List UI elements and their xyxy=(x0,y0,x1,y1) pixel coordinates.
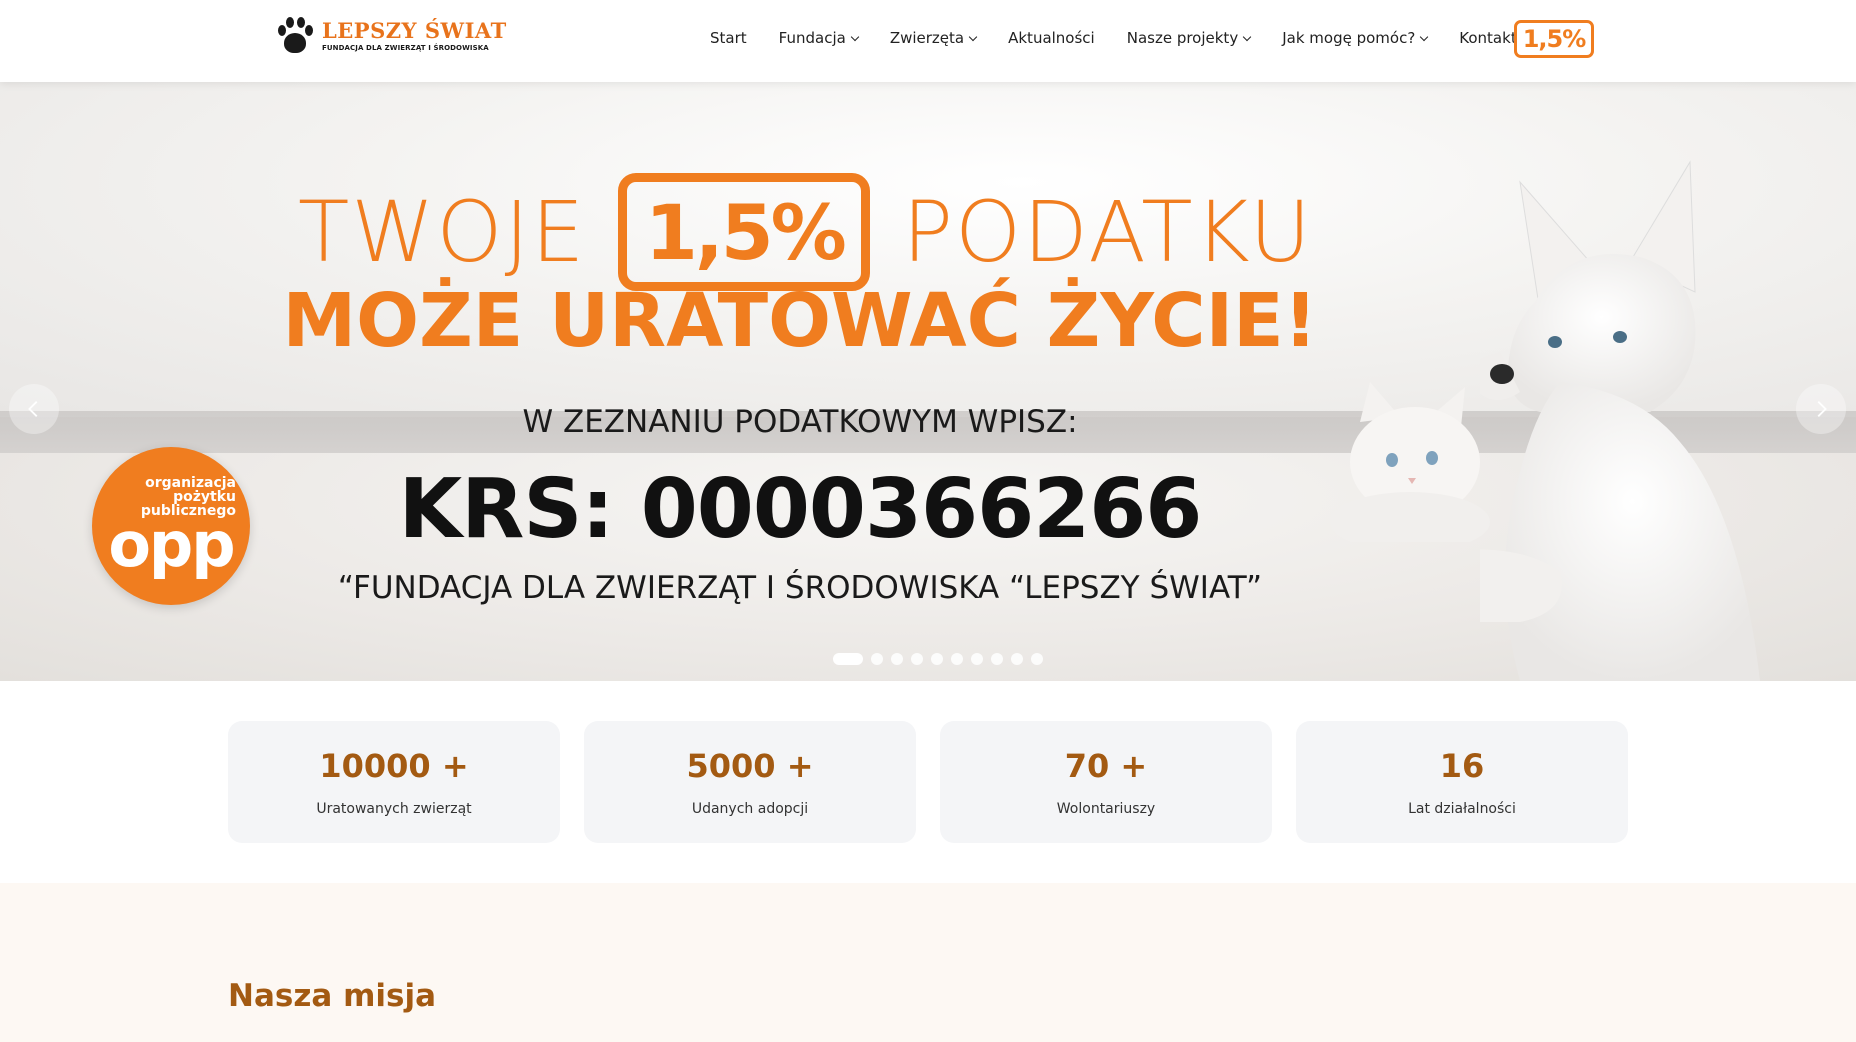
chevron-right-icon xyxy=(1817,401,1827,417)
slider-dot[interactable] xyxy=(1011,653,1023,665)
opp-logo-text: opp xyxy=(108,508,235,581)
nav-fundacja[interactable]: Fundacja xyxy=(778,29,860,47)
slider-dot[interactable] xyxy=(833,653,863,665)
site-header: LEPSZY ŚWIAT FUNDACJA DLA ZWIERZĄT I ŚRO… xyxy=(0,0,1856,82)
slider-dot[interactable] xyxy=(871,653,883,665)
nav-zwierzeta[interactable]: Zwierzęta xyxy=(889,29,978,47)
slider-dot[interactable] xyxy=(931,653,943,665)
slider-dot[interactable] xyxy=(891,653,903,665)
slider-dot[interactable] xyxy=(1031,653,1043,665)
nav-jak-moge-pomoc[interactable]: Jak mogę pomóc? xyxy=(1282,29,1429,47)
paw-icon xyxy=(274,15,316,57)
site-logo[interactable]: LEPSZY ŚWIAT FUNDACJA DLA ZWIERZĄT I ŚRO… xyxy=(274,14,507,58)
hero-percent-badge: 1,5% xyxy=(618,173,871,291)
nav-start[interactable]: Start xyxy=(710,29,747,47)
stat-value: 5000 + xyxy=(686,747,814,785)
stat-value: 16 xyxy=(1439,747,1485,785)
nav-label: Kontakt xyxy=(1459,29,1517,47)
hero-podatku: PODATKU xyxy=(902,183,1313,281)
slider-dot[interactable] xyxy=(911,653,923,665)
nav-label: Start xyxy=(710,29,747,47)
logo-title: LEPSZY ŚWIAT xyxy=(322,18,507,43)
slider-dot[interactable] xyxy=(951,653,963,665)
slider-next-button[interactable] xyxy=(1796,384,1846,434)
nav-label: Fundacja xyxy=(778,29,846,47)
nav-label: Jak mogę pomóc? xyxy=(1282,29,1416,47)
nav-label: Zwierzęta xyxy=(889,29,965,47)
hero-twoje: TWOJE xyxy=(298,183,587,281)
mission-title: Nasza misja xyxy=(228,978,436,1014)
slider-dot[interactable] xyxy=(991,653,1003,665)
slider-dot[interactable] xyxy=(971,653,983,665)
nav-label: Nasze projekty xyxy=(1126,29,1239,47)
nav-nasze-projekty[interactable]: Nasze projekty xyxy=(1126,29,1252,47)
nav-label: Aktualności xyxy=(1008,29,1095,47)
logo-subtitle: FUNDACJA DLA ZWIERZĄT I ŚRODOWISKA xyxy=(322,44,489,52)
chevron-down-icon xyxy=(968,32,978,41)
chevron-down-icon xyxy=(1420,32,1429,41)
stat-value: 10000 + xyxy=(319,747,469,785)
nav-kontakt[interactable]: Kontakt xyxy=(1459,29,1516,47)
chevron-down-icon xyxy=(1242,32,1252,41)
stat-card: 5000 + Udanych adopcji xyxy=(584,721,916,843)
stat-label: Uratowanych zwierząt xyxy=(316,801,472,817)
stats-section: 10000 + Uratowanych zwierząt 5000 + Udan… xyxy=(228,721,1628,843)
stat-label: Lat działalności xyxy=(1408,801,1516,817)
hero-line-1: TWOJE 1,5% PODATKU xyxy=(298,172,1313,292)
hero-headline: MOŻE URATOWAĆ ŻYCIE! xyxy=(282,278,1318,364)
stat-label: Udanych adopcji xyxy=(691,801,809,817)
stat-value: 70 + xyxy=(1064,747,1148,785)
slider-prev-button[interactable] xyxy=(9,384,59,434)
slider-pagination xyxy=(833,653,1043,665)
hero-foundation-name: “FUNDACJA DLA ZWIERZĄT I ŚRODOWISKA “LEP… xyxy=(337,570,1263,606)
nav-aktualnosci[interactable]: Aktualności xyxy=(1008,29,1095,47)
stat-card: 10000 + Uratowanych zwierząt xyxy=(228,721,560,843)
chevron-down-icon xyxy=(850,32,860,41)
main-nav: Start Fundacja Zwierzęta Aktualności Nas… xyxy=(710,0,1549,76)
opp-badge: organizacja pożytku publicznego opp xyxy=(92,447,250,605)
tax-percent-badge[interactable]: 1,5% xyxy=(1514,20,1594,58)
stat-card: 70 + Wolontariuszy xyxy=(940,721,1272,843)
chevron-left-icon xyxy=(28,401,38,417)
hero-instruction: W ZEZNANIU PODATKOWYM WPISZ: xyxy=(522,404,1078,440)
stat-card: 16 Lat działalności xyxy=(1296,721,1628,843)
hero-slider: TWOJE 1,5% PODATKU MOŻE URATOWAĆ ŻYCIE! … xyxy=(0,82,1856,681)
mission-section: Nasza misja xyxy=(0,883,1856,1042)
stat-label: Wolontariuszy xyxy=(1056,801,1156,817)
